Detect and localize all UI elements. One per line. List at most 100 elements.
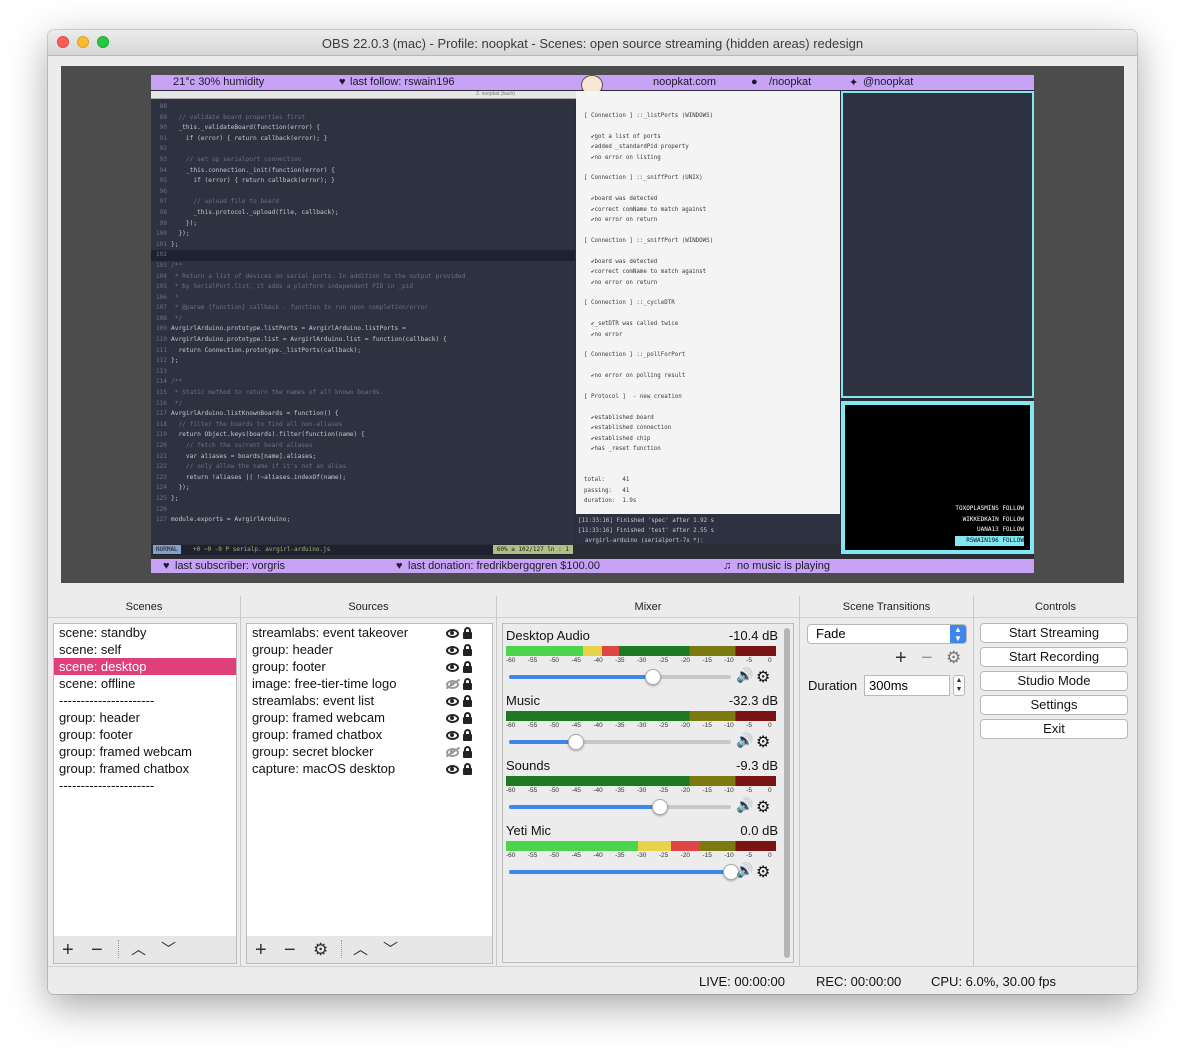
remove-scene-button[interactable]: − [91, 940, 103, 960]
eye-icon[interactable] [446, 629, 459, 639]
source-item[interactable]: group: header [247, 641, 492, 658]
source-item[interactable]: capture: macOS desktop [247, 760, 492, 777]
source-item[interactable]: group: framed webcam [247, 709, 492, 726]
tick-label: -35 [615, 852, 625, 859]
lock-icon[interactable] [463, 711, 472, 724]
line-number: 101 [155, 240, 167, 248]
eye-hidden-icon[interactable] [446, 748, 459, 758]
scenes-list[interactable]: scene: standby scene: self scene: desktop s… [53, 623, 237, 937]
eye-icon[interactable] [446, 765, 459, 775]
volume-slider-fill [509, 740, 576, 744]
exit-button[interactable]: Exit [980, 719, 1128, 739]
code-line: 125}; [151, 494, 575, 505]
scene-item[interactable]: group: framed webcam [54, 743, 236, 760]
volume-slider[interactable] [509, 734, 731, 750]
duration-stepper[interactable]: ▲ ▼ [953, 675, 965, 696]
move-scene-up-button[interactable]: ︿ [131, 940, 146, 960]
add-source-button[interactable]: + [255, 940, 267, 960]
lock-icon[interactable] [463, 626, 472, 639]
line-number: 97 [159, 198, 167, 206]
line-number: 111 [155, 346, 167, 354]
tick-label: -15 [702, 657, 712, 664]
line-number: 116 [155, 399, 167, 407]
line-text: var aliases = boards[name].aliases; [171, 452, 317, 460]
site-text: noopkat.com [653, 76, 716, 88]
tick-label: -30 [637, 852, 647, 859]
channel-name: Sounds [506, 758, 551, 773]
tick-label: -35 [615, 787, 625, 794]
lock-icon[interactable] [463, 745, 472, 758]
scene-item[interactable]: group: footer [54, 726, 236, 743]
volume-slider-knob[interactable] [651, 799, 668, 815]
volume-slider-knob[interactable] [567, 734, 584, 750]
eye-icon[interactable] [446, 714, 459, 724]
scene-item[interactable]: scene: desktop [54, 658, 236, 675]
lock-icon[interactable] [463, 677, 472, 690]
eye-hidden-icon[interactable] [446, 680, 459, 690]
line-number: 92 [159, 145, 167, 153]
eye-icon[interactable] [446, 731, 459, 741]
tick-label: -10 [724, 787, 734, 794]
lock-icon[interactable] [463, 660, 472, 673]
controls-panel: Controls Start Streaming Start Recording… [974, 596, 1137, 966]
scene-item[interactable]: scene: offline [54, 675, 236, 692]
remove-transition-button[interactable]: − [921, 647, 933, 670]
studio-mode-button[interactable]: Studio Mode [980, 671, 1128, 691]
add-transition-button[interactable]: + [895, 647, 907, 670]
last-follow-text: last follow: rswain196 [350, 76, 455, 88]
tick-label: -25 [658, 722, 669, 729]
channel-gear-icon[interactable]: ⚙ [756, 667, 770, 686]
scene-item[interactable]: ---------------------- [54, 692, 236, 709]
preview-canvas[interactable]: 21°c 30% humidity ♥ last follow: rswain1… [151, 75, 1034, 573]
eye-icon[interactable] [446, 646, 459, 656]
channel-gear-icon[interactable]: ⚙ [756, 862, 770, 881]
source-item[interactable]: group: framed chatbox [247, 726, 492, 743]
transition-select[interactable]: Fade ▲ ▼ [807, 624, 967, 644]
speaker-icon[interactable]: 🔊 [736, 798, 753, 814]
move-source-down-button[interactable]: ﹀ [383, 940, 398, 960]
line-text: // upload file to board [171, 198, 280, 206]
volume-slider[interactable] [509, 864, 739, 880]
sources-list[interactable]: streamlabs: event takeover group: header g… [246, 623, 493, 937]
transition-properties-gear-icon[interactable]: ⚙ [946, 648, 961, 668]
source-name: group: framed chatbox [252, 727, 383, 742]
source-item[interactable]: group: footer [247, 658, 492, 675]
source-item[interactable]: group: secret blocker [247, 743, 492, 760]
code-editor: 2. noopkat (bash) 88 89 // validate board… [151, 91, 840, 555]
move-source-up-button[interactable]: ︿ [353, 940, 368, 960]
start-recording-button[interactable]: Start Recording [980, 647, 1128, 667]
source-properties-gear-icon[interactable]: ⚙ [313, 940, 328, 960]
duration-field[interactable]: 300ms [864, 675, 950, 696]
channel-gear-icon[interactable]: ⚙ [756, 797, 770, 816]
scene-item[interactable]: scene: standby [54, 624, 236, 641]
speaker-icon[interactable]: 🔊 [736, 863, 753, 879]
speaker-icon[interactable]: 🔊 [736, 668, 753, 684]
meter-ticks: -60 -55 -50 -45 -40 -35 -30 -25 -20 -15 -10 -5 0 [506, 851, 776, 861]
start-streaming-button[interactable]: Start Streaming [980, 623, 1128, 643]
move-scene-down-button[interactable]: ﹀ [161, 940, 176, 960]
source-item[interactable]: image: free-tier-time logo [247, 675, 492, 692]
volume-slider[interactable] [509, 669, 731, 685]
eye-icon[interactable] [446, 697, 459, 707]
add-scene-button[interactable]: + [62, 940, 74, 960]
source-item[interactable]: streamlabs: event takeover [247, 624, 492, 641]
volume-slider-knob[interactable] [645, 669, 662, 685]
lock-icon[interactable] [463, 694, 472, 707]
scene-item[interactable]: group: header [54, 709, 236, 726]
volume-slider[interactable] [509, 799, 731, 815]
source-item[interactable]: streamlabs: event list [247, 692, 492, 709]
channel-gear-icon[interactable]: ⚙ [756, 732, 770, 751]
line-number: 125 [155, 494, 167, 502]
lock-icon[interactable] [463, 643, 472, 656]
eye-icon[interactable] [446, 663, 459, 673]
scene-item[interactable]: group: framed chatbox [54, 760, 236, 777]
volume-slider-fill [509, 870, 731, 874]
speaker-icon[interactable]: 🔊 [736, 733, 753, 749]
lock-icon[interactable] [463, 728, 472, 741]
remove-source-button[interactable]: − [284, 940, 296, 960]
scene-item[interactable]: scene: self [54, 641, 236, 658]
mixer-scrollbar[interactable] [784, 628, 790, 958]
settings-button[interactable]: Settings [980, 695, 1128, 715]
scene-item[interactable]: ---------------------- [54, 777, 236, 794]
lock-icon[interactable] [463, 762, 472, 775]
